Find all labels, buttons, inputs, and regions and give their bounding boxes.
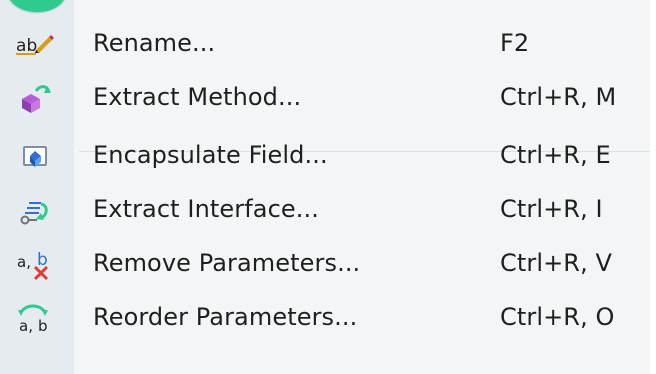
extract-interface-icon bbox=[0, 184, 70, 238]
menu-item-label: Rename... bbox=[93, 29, 216, 57]
menu-item-reorder-parameters[interactable]: a, b Reorder Parameters... Ctrl+R, O bbox=[0, 292, 650, 346]
rename-icon: ab bbox=[0, 18, 70, 72]
menu-item-rename[interactable]: ab Rename... F2 bbox=[0, 18, 650, 72]
svg-text:a, b: a, b bbox=[19, 317, 48, 335]
menu-item-extract-interface[interactable]: Extract Interface... Ctrl+R, I bbox=[0, 184, 650, 238]
menu-item-shortcut: Ctrl+R, M bbox=[500, 83, 617, 111]
refactor-menu: ab Rename... F2 Extract Method... Ctrl+R… bbox=[0, 18, 650, 346]
extract-method-icon bbox=[0, 72, 70, 126]
svg-text:a,: a, bbox=[17, 253, 31, 271]
menu-item-label: Reorder Parameters... bbox=[93, 303, 358, 331]
menu-item-shortcut: Ctrl+R, I bbox=[500, 195, 603, 223]
menu-item-shortcut: Ctrl+R, V bbox=[500, 249, 613, 277]
menu-item-shortcut: Ctrl+R, E bbox=[500, 141, 611, 169]
menu-item-remove-parameters[interactable]: a, b Remove Parameters... Ctrl+R, V bbox=[0, 238, 650, 292]
menu-item-label: Remove Parameters... bbox=[93, 249, 361, 277]
menu-item-encapsulate-field[interactable]: Encapsulate Field... Ctrl+R, E bbox=[0, 130, 650, 184]
reorder-parameters-icon: a, b bbox=[0, 292, 70, 346]
menu-item-extract-method[interactable]: Extract Method... Ctrl+R, M bbox=[0, 72, 650, 126]
menu-item-shortcut: F2 bbox=[500, 29, 530, 57]
remove-parameters-icon: a, b bbox=[0, 238, 70, 292]
menu-item-shortcut: Ctrl+R, O bbox=[500, 303, 615, 331]
encapsulate-field-icon bbox=[0, 130, 70, 184]
menu-right-border bbox=[650, 0, 656, 374]
menu-item-label: Extract Interface... bbox=[93, 195, 319, 223]
menu-item-label: Encapsulate Field... bbox=[93, 141, 328, 169]
menu-item-label: Extract Method... bbox=[93, 83, 302, 111]
